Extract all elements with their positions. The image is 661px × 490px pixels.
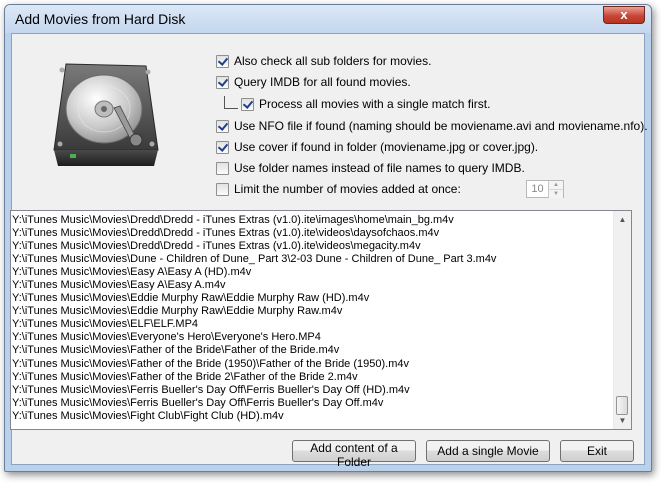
- file-list-item[interactable]: Y:\iTunes Music\Movies\ELF\ELF.MP4: [11, 318, 614, 331]
- folder-names-checkbox[interactable]: [216, 161, 229, 175]
- folder-names-label: Use folder names instead of file names t…: [234, 161, 525, 175]
- option-use-cover[interactable]: Use cover if found in folder (moviename.…: [216, 139, 538, 155]
- window-title: Add Movies from Hard Disk: [15, 11, 186, 27]
- file-list-item[interactable]: Y:\iTunes Music\Movies\Dredd\Dredd - iTu…: [11, 227, 614, 240]
- file-list-item[interactable]: Y:\iTunes Music\Movies\Easy A\Easy A.m4v: [11, 279, 614, 292]
- use-nfo-checkbox[interactable]: [216, 119, 229, 133]
- close-button[interactable]: x: [603, 6, 645, 24]
- scroll-up-icon[interactable]: ▲: [614, 211, 631, 228]
- title-bar[interactable]: Add Movies from Hard Disk x: [5, 5, 651, 33]
- file-list-item[interactable]: Y:\iTunes Music\Movies\Father of the Bri…: [11, 371, 614, 384]
- exit-button[interactable]: Exit: [560, 440, 634, 462]
- scroll-down-icon[interactable]: ▼: [614, 412, 631, 429]
- use-cover-label: Use cover if found in folder (moviename.…: [234, 140, 539, 154]
- spinner-up-icon[interactable]: ▲: [549, 181, 563, 190]
- file-list-item[interactable]: Y:\iTunes Music\Movies\Father of the Bri…: [11, 358, 614, 371]
- use-cover-checkbox[interactable]: [216, 140, 229, 154]
- spinner-buttons: ▲ ▼: [548, 181, 563, 198]
- dialog-client: Also check all sub folders for movies. Q…: [10, 33, 648, 469]
- limit-label: Limit the number of movies added at once…: [234, 182, 461, 196]
- option-limit[interactable]: Limit the number of movies added at once…: [216, 181, 461, 197]
- file-list-item[interactable]: Y:\iTunes Music\Movies\Dune - Children o…: [11, 253, 614, 266]
- hard-disk-icon: [53, 63, 159, 166]
- spinner-down-icon[interactable]: ▼: [549, 190, 563, 198]
- file-list-item[interactable]: Y:\iTunes Music\Movies\Eddie Murphy Raw\…: [11, 292, 614, 305]
- option-query-imdb[interactable]: Query IMDB for all found movies.: [216, 74, 411, 90]
- limit-checkbox[interactable]: [216, 182, 229, 196]
- file-list-item[interactable]: Y:\iTunes Music\Movies\Ferris Bueller's …: [11, 397, 614, 410]
- file-listbox[interactable]: Y:\iTunes Music\Movies\Dredd\Dredd - iTu…: [10, 210, 632, 430]
- limit-value[interactable]: 10: [527, 181, 548, 197]
- file-list-item[interactable]: Y:\iTunes Music\Movies\Ferris Bueller's …: [11, 384, 614, 397]
- file-list-item[interactable]: Y:\iTunes Music\Movies\Easy A\Easy A (HD…: [11, 266, 614, 279]
- sub-folders-checkbox[interactable]: [216, 54, 229, 68]
- file-list-item[interactable]: Y:\iTunes Music\Movies\Everyone's Hero\E…: [11, 331, 614, 344]
- limit-spinner[interactable]: 10 ▲ ▼: [526, 180, 564, 198]
- file-list-item[interactable]: Y:\iTunes Music\Movies\Eddie Murphy Raw\…: [11, 305, 614, 318]
- file-list-item[interactable]: Y:\iTunes Music\Movies\Dredd\Dredd - iTu…: [11, 214, 614, 227]
- single-match-checkbox[interactable]: [241, 97, 254, 111]
- dialog-window: Add Movies from Hard Disk x Also check a…: [4, 4, 652, 472]
- sub-folders-label: Also check all sub folders for movies.: [234, 54, 432, 68]
- file-list-item[interactable]: Y:\iTunes Music\Movies\Father of the Bri…: [11, 344, 614, 357]
- option-use-nfo[interactable]: Use NFO file if found (naming should be …: [216, 118, 648, 134]
- add-single-movie-button[interactable]: Add a single Movie: [426, 440, 550, 462]
- option-sub-folders[interactable]: Also check all sub folders for movies.: [216, 53, 431, 69]
- query-imdb-checkbox[interactable]: [216, 75, 229, 89]
- add-folder-button[interactable]: Add content of a Folder: [292, 440, 416, 469]
- tree-connector: [224, 96, 238, 109]
- file-list-item[interactable]: Y:\iTunes Music\Movies\Fight Club\Fight …: [11, 410, 614, 423]
- option-single-match[interactable]: Process all movies with a single match f…: [241, 96, 490, 112]
- file-list: Y:\iTunes Music\Movies\Dredd\Dredd - iTu…: [11, 214, 614, 429]
- option-folder-names[interactable]: Use folder names instead of file names t…: [216, 160, 525, 176]
- query-imdb-label: Query IMDB for all found movies.: [234, 75, 411, 89]
- vertical-scrollbar[interactable]: ▲ ▼: [613, 211, 631, 429]
- use-nfo-label: Use NFO file if found (naming should be …: [234, 119, 648, 133]
- file-list-item[interactable]: Y:\iTunes Music\Movies\Dredd\Dredd - iTu…: [11, 240, 614, 253]
- single-match-label: Process all movies with a single match f…: [259, 97, 491, 111]
